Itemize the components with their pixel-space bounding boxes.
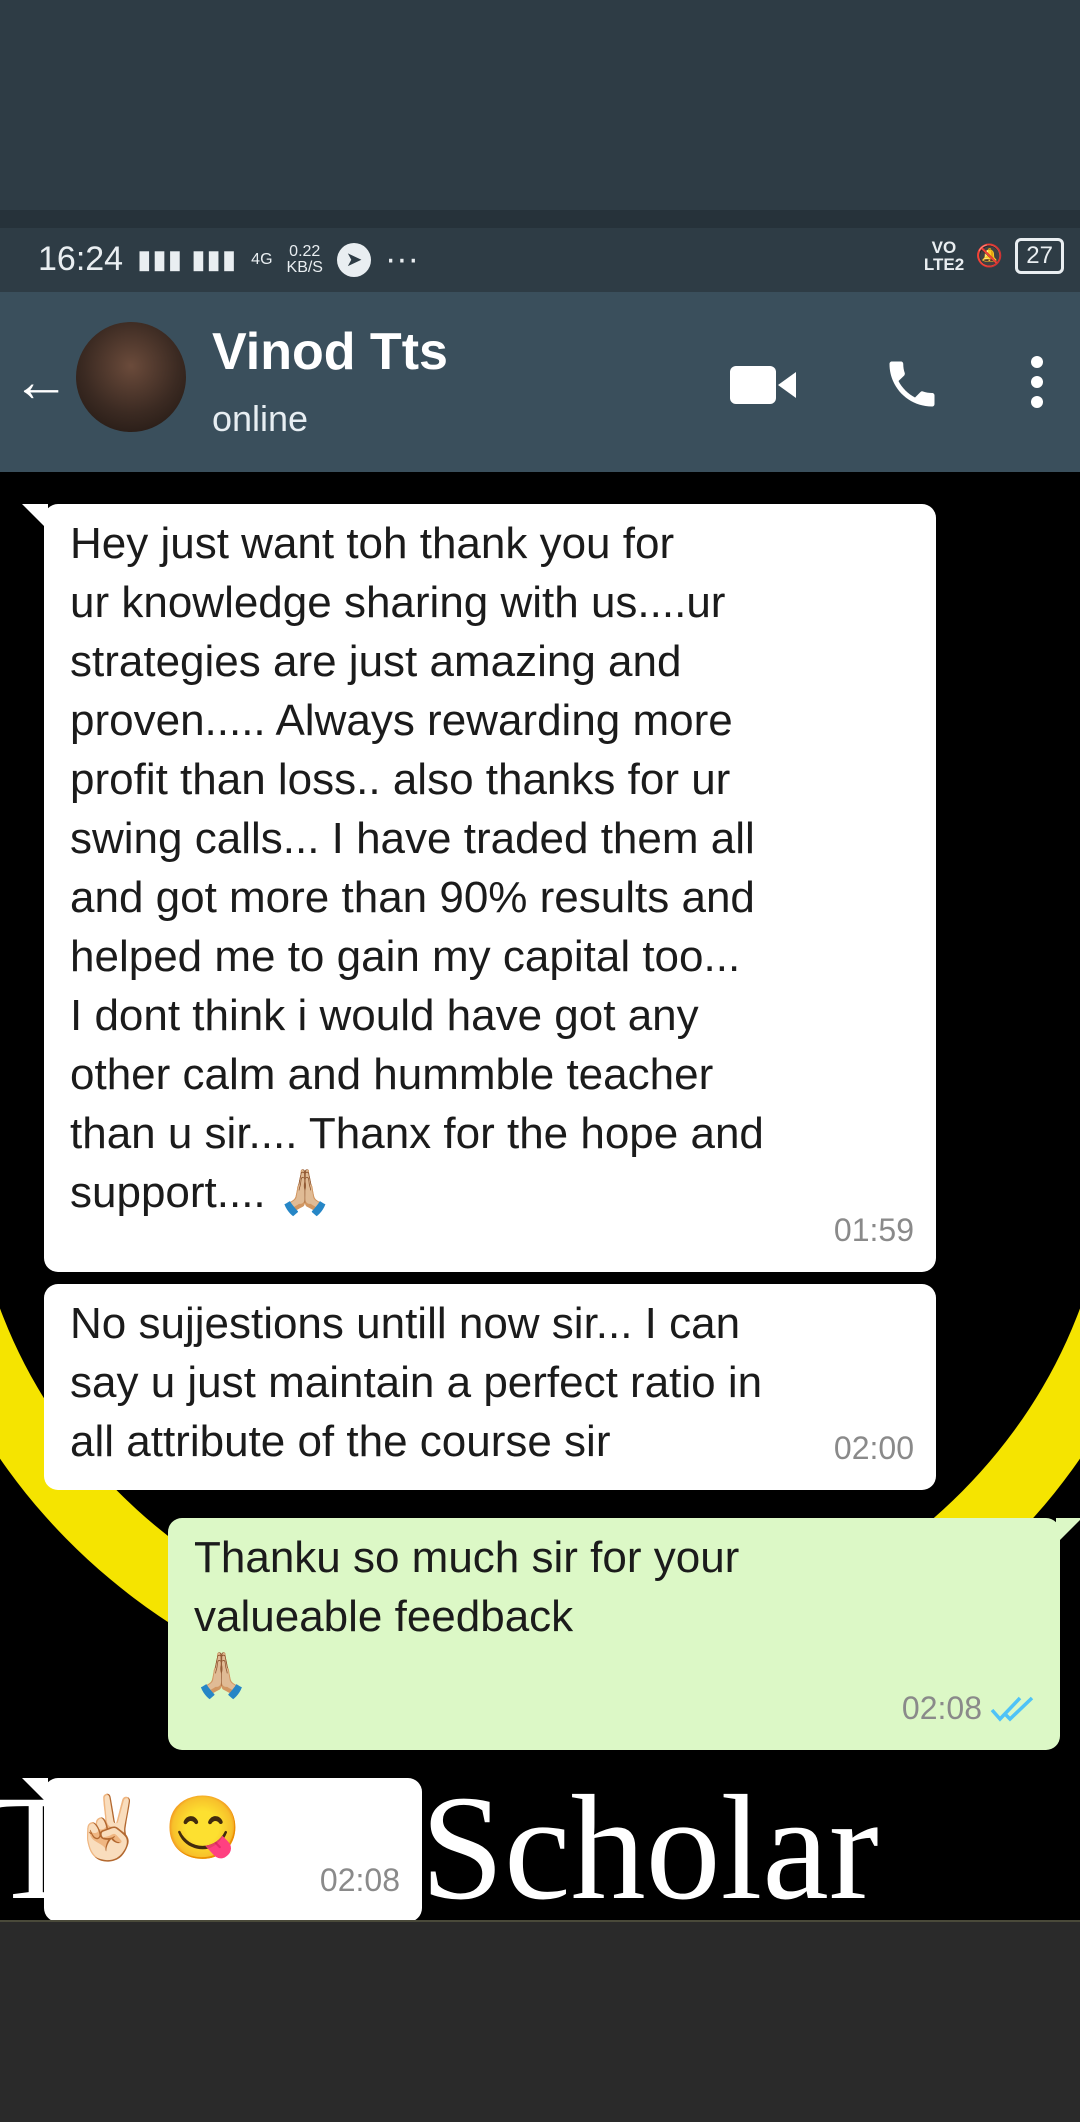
mute-icon: 🔕 <box>975 243 1004 268</box>
message-text: No sujjestions untill now sir... I can s… <box>70 1299 763 1466</box>
back-arrow-icon[interactable]: ← <box>12 352 70 412</box>
message-text: Hey just want toh thank you for ur knowl… <box>70 519 764 1217</box>
message-bubble-incoming[interactable]: ✌🏻 😋 02:08 <box>22 1778 422 1920</box>
more-notifications: ··· <box>384 240 419 278</box>
network-speed: 0.22 KB/S <box>286 242 323 276</box>
bubble-tail <box>1056 1518 1080 1544</box>
video-call-icon[interactable] <box>730 364 796 411</box>
volte-indicator: VO LTE2 <box>923 238 965 274</box>
contact-status: online <box>212 398 309 439</box>
top-empty-area <box>0 0 1080 210</box>
chat-header: ← Vinod Tts online <box>0 292 1080 472</box>
message-time: 02:00 <box>833 1430 914 1466</box>
battery-icon: 27 <box>1015 238 1064 274</box>
bubble-tail <box>22 504 48 530</box>
message-bubble-outgoing[interactable]: Thanku so much sir for your valueable fe… <box>168 1518 1080 1750</box>
avatar[interactable] <box>76 322 186 432</box>
bubble-tail <box>22 1778 48 1804</box>
speed-value: 0.22 <box>289 242 321 260</box>
telegram-icon: ➤ <box>336 242 371 277</box>
phone-call-icon[interactable] <box>882 354 942 419</box>
signal-icon: ▮▮▮ ▮▮▮ <box>137 244 238 274</box>
message-bubble-incoming[interactable]: No sujjestions untill now sir... I can s… <box>44 1284 936 1490</box>
double-check-read-icon <box>990 1696 1034 1722</box>
message-time: 02:08 <box>902 1679 1038 1738</box>
status-bar: 16:24 ▮▮▮ ▮▮▮ 4G 0.22 KB/S ➤ ··· VO LTE2… <box>0 228 1080 292</box>
status-time: 16:24 <box>38 240 124 278</box>
more-options-icon[interactable] <box>1030 354 1044 415</box>
contact-name[interactable]: Vinod Tts <box>212 322 448 382</box>
message-time: 02:08 <box>319 1862 400 1898</box>
chat-area[interactable]: T ding Scholar Hey just want toh thank y… <box>0 472 1080 1920</box>
network-type: 4G <box>251 250 273 268</box>
bottom-area <box>0 1920 1080 2122</box>
message-time: 01:59 <box>833 1212 914 1248</box>
speed-unit: KB/S <box>286 258 323 276</box>
message-bubble-incoming[interactable]: Hey just want toh thank you for ur knowl… <box>22 504 936 1272</box>
